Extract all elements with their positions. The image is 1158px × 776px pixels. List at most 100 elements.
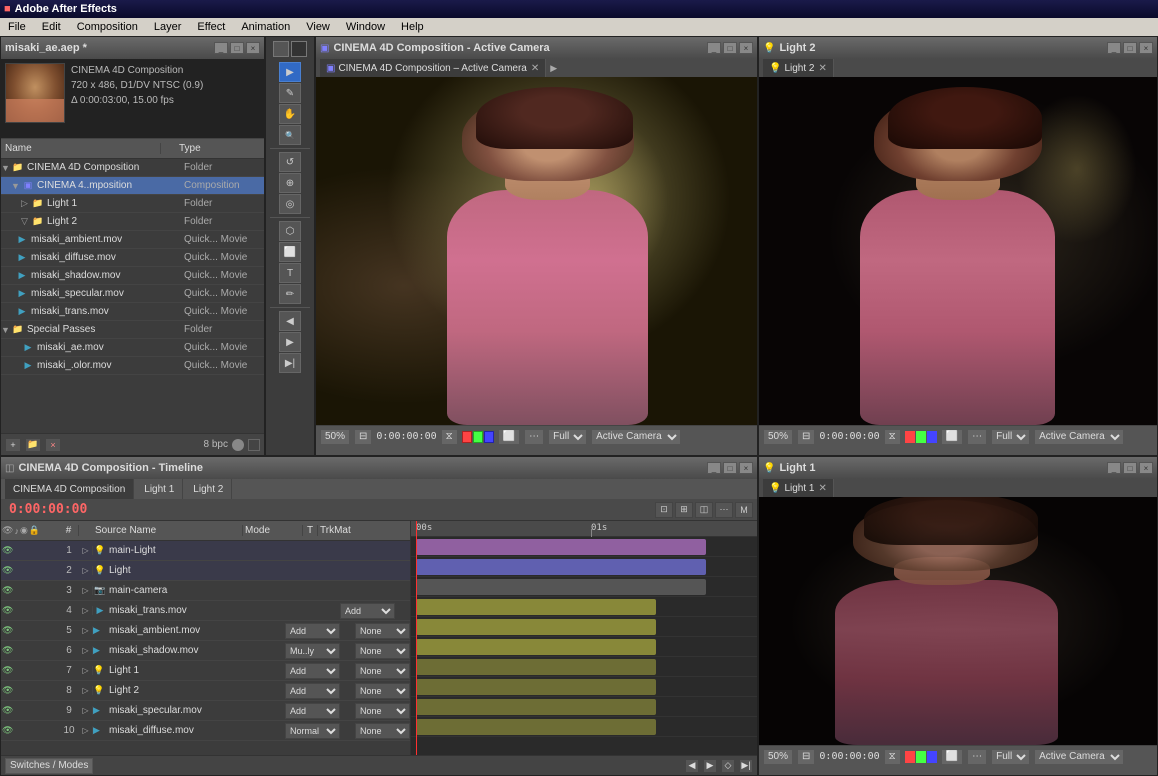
rotation-tool[interactable]: ↺	[279, 152, 301, 172]
tl-btn2[interactable]: ⊞	[675, 502, 693, 518]
tl-btn4[interactable]: ⋯	[715, 502, 733, 518]
minimize-button[interactable]: _	[214, 42, 228, 54]
tl-close[interactable]: ×	[739, 462, 753, 474]
light2-viewer-tab[interactable]: 💡 Light 2 ✕	[759, 59, 1157, 77]
menu-layer[interactable]: Layer	[150, 21, 186, 33]
light1-zoom[interactable]: 50%	[763, 749, 793, 765]
light1-camera[interactable]: Active Camera	[1034, 749, 1124, 765]
tl-keyframe[interactable]: ◇	[721, 759, 735, 773]
trkmat-select-6[interactable]: None	[355, 643, 410, 659]
anchor-tool[interactable]: ⊕	[279, 173, 301, 193]
list-item[interactable]: ▶ misaki_specular.mov Quick... Movie	[1, 285, 264, 303]
background-color[interactable]	[291, 41, 307, 57]
quality-select[interactable]: Full	[548, 429, 587, 445]
mode-select-7[interactable]: Add	[285, 663, 340, 679]
layer-row[interactable]: 👁 9 ▷ ▶ misaki_specular.mov Add None	[1, 701, 410, 721]
menu-edit[interactable]: Edit	[38, 21, 65, 33]
switches-modes-btn[interactable]: Switches / Modes	[5, 758, 93, 774]
visibility-icon[interactable]: 👁	[2, 545, 13, 556]
nav-right[interactable]: ▶	[550, 63, 557, 74]
play-btn[interactable]: ▶	[279, 332, 301, 352]
add-item-button[interactable]: +	[5, 438, 21, 452]
layer-row[interactable]: 👁 7 ▷ 💡 Light 1 Add None	[1, 661, 410, 681]
new-folder-button[interactable]: 📁	[25, 438, 41, 452]
visibility-icon[interactable]: 👁	[2, 625, 13, 636]
next-frame[interactable]: ▶|	[279, 353, 301, 373]
comp-maximize[interactable]: □	[723, 42, 737, 54]
visibility-icon[interactable]: 👁	[2, 725, 13, 736]
menu-window[interactable]: Window	[342, 21, 389, 33]
light2-zoom[interactable]: 50%	[763, 429, 793, 445]
menu-file[interactable]: File	[4, 21, 30, 33]
tl-end[interactable]: ▶|	[739, 759, 753, 773]
mode-select-5[interactable]: Add	[285, 623, 340, 639]
tl-tab-comp[interactable]: CINEMA 4D Composition	[5, 479, 134, 499]
comp-close[interactable]: ×	[739, 42, 753, 54]
prev-frame[interactable]: ◀	[279, 311, 301, 331]
tl-btn5[interactable]: M	[735, 502, 753, 518]
tl-btn3[interactable]: ◫	[695, 502, 713, 518]
mode-select-4[interactable]: Add	[340, 603, 395, 619]
visibility-icon[interactable]: 👁	[2, 585, 13, 596]
camera-select[interactable]: Active Camera	[591, 429, 681, 445]
light2-camera[interactable]: Active Camera	[1034, 429, 1124, 445]
mode-select-10[interactable]: Normal	[285, 723, 340, 739]
list-item[interactable]: ▶ misaki_ambient.mov Quick... Movie	[1, 231, 264, 249]
hand-tool[interactable]: ✋	[279, 104, 301, 124]
light2-options[interactable]: ⬜	[941, 429, 963, 445]
light2-viewport[interactable]	[759, 77, 1157, 425]
layer-row[interactable]: 👁 8 ▷ 💡 Light 2 Add None	[1, 681, 410, 701]
light2-minimize[interactable]: _	[1107, 42, 1121, 54]
tl-tab-light2[interactable]: Light 2	[185, 479, 232, 499]
layer-row[interactable]: 👁 3 ▷ 📷 main-camera	[1, 581, 410, 601]
menu-help[interactable]: Help	[397, 21, 428, 33]
green-channel[interactable]	[473, 431, 483, 443]
close-button[interactable]: ×	[246, 42, 260, 54]
pen-tool[interactable]: ✎	[279, 83, 301, 103]
light2-quality[interactable]: Full	[991, 429, 1030, 445]
list-item[interactable]: ▶ misaki_shadow.mov Quick... Movie	[1, 267, 264, 285]
comp-viewport[interactable]	[316, 77, 757, 425]
shape-tool[interactable]: ⬜	[279, 242, 301, 262]
light1-viewer-tab[interactable]: 💡 Light 1 ✕	[759, 479, 1157, 497]
list-item[interactable]: ▼ ▣ CINEMA 4..mposition Composition	[1, 177, 264, 195]
layer-row[interactable]: 👁 4 ▷ ▶ misaki_trans.mov Add	[1, 601, 410, 621]
maximize-button[interactable]: □	[230, 42, 244, 54]
trkmat-select-9[interactable]: None	[355, 703, 410, 719]
list-item[interactable]: ▶ misaki_.olor.mov Quick... Movie	[1, 357, 264, 375]
light2-close[interactable]: ×	[1139, 42, 1153, 54]
light1-viewport[interactable]	[759, 497, 1157, 745]
red-channel[interactable]	[462, 431, 472, 443]
foreground-color[interactable]	[273, 41, 289, 57]
fit-button[interactable]: ⊟	[354, 429, 372, 445]
visibility-icon[interactable]: 👁	[2, 605, 13, 616]
light1-fit[interactable]: ⊟	[797, 749, 815, 765]
list-item[interactable]: ▷ 📁 Light 1 Folder	[1, 195, 264, 213]
light2-tab[interactable]: 💡 Light 2 ✕	[763, 59, 834, 77]
comp-active-tab[interactable]: ▣ CINEMA 4D Composition – Active Camera …	[320, 59, 546, 77]
menu-animation[interactable]: Animation	[237, 21, 294, 33]
trkmat-select-8[interactable]: None	[355, 683, 410, 699]
light1-snap[interactable]: ⧖	[884, 749, 901, 765]
alpha-button[interactable]: ⬜	[498, 429, 520, 445]
layer-row[interactable]: 👁 1 ▷ 💡 main-Light	[1, 541, 410, 561]
light1-quality[interactable]: Full	[991, 749, 1030, 765]
delete-button[interactable]: ×	[45, 438, 61, 452]
visibility-icon[interactable]: 👁	[2, 685, 13, 696]
tl-scroll-left[interactable]: ◀	[685, 759, 699, 773]
layer-row[interactable]: 👁 10 ▷ ▶ misaki_diffuse.mov Normal None	[1, 721, 410, 741]
zoom-tool[interactable]: 🔍	[279, 125, 301, 145]
tl-tab-light1[interactable]: Light 1	[136, 479, 183, 499]
light2-maximize[interactable]: □	[1123, 42, 1137, 54]
tl-maximize[interactable]: □	[723, 462, 737, 474]
snap-button[interactable]: ⧖	[441, 429, 458, 445]
light2-snap[interactable]: ⧖	[884, 429, 901, 445]
light1-scrollbar[interactable]	[759, 767, 1157, 775]
layer-row[interactable]: 👁 2 ▷ 💡 Light	[1, 561, 410, 581]
layer-row[interactable]: 👁 5 ▷ ▶ misaki_ambient.mov Add None	[1, 621, 410, 641]
mode-select-8[interactable]: Add	[285, 683, 340, 699]
file-list[interactable]: ▼ 📁 CINEMA 4D Composition Folder ▼ ▣ CIN…	[1, 159, 264, 433]
light1-minimize[interactable]: _	[1107, 462, 1121, 474]
trkmat-select-5[interactable]: None	[355, 623, 410, 639]
visibility-icon[interactable]: 👁	[2, 705, 13, 716]
